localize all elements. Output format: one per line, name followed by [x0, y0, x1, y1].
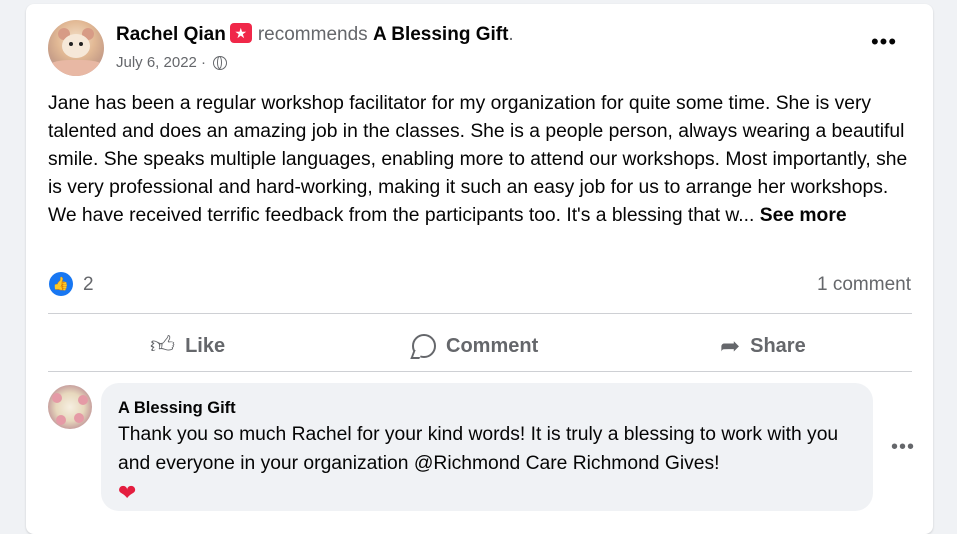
avatar-flower [56, 415, 66, 425]
avatar-eye-right [79, 42, 83, 46]
heart-emoji-icon: ❤ [118, 480, 137, 505]
like-count[interactable]: 2 [83, 274, 94, 296]
avatar-face [62, 34, 90, 58]
post-body: Jane has been a regular workshop facilit… [48, 90, 914, 230]
comment-text-block: Thank you so much Rachel for your kind w… [118, 420, 858, 509]
see-more-link[interactable]: See more [760, 205, 847, 226]
post-header: Rachel Qian ★ recommends A Blessing Gift. [116, 23, 514, 46]
share-arrow-icon: ➦ [720, 332, 741, 360]
avatar-flower [78, 395, 88, 405]
comment-bubble-icon [412, 334, 436, 358]
author-avatar[interactable] [48, 20, 104, 76]
recommends-text: recommends [257, 24, 368, 45]
comment-button[interactable]: Comment [412, 326, 538, 366]
star-badge-icon: ★ [229, 23, 252, 43]
avatar-flower [52, 393, 62, 403]
commenter-avatar[interactable] [48, 385, 92, 429]
page-suffix: . [508, 24, 514, 45]
share-button-label: Share [750, 334, 806, 357]
globe-icon[interactable] [213, 56, 228, 70]
post-more-button[interactable]: ••• [864, 31, 904, 60]
like-button[interactable]: 👍︎ Like [150, 326, 225, 366]
divider-bottom [48, 371, 912, 372]
like-button-label: Like [185, 334, 226, 357]
avatar-eye-left [69, 42, 73, 46]
thumbs-up-icon: 👍︎ [150, 332, 176, 359]
comment-text: Thank you so much Rachel for your kind w… [118, 424, 839, 474]
date-separator: · [196, 54, 211, 71]
comment-count[interactable]: 1 comment [817, 274, 911, 296]
avatar-flower [74, 413, 84, 423]
comment-button-label: Comment [446, 334, 539, 357]
page-link[interactable]: A Blessing Gift [373, 24, 508, 45]
author-name[interactable]: Rachel Qian [116, 24, 226, 45]
divider-top [48, 313, 912, 314]
avatar-hand [48, 60, 104, 76]
comment-bubble: A Blessing Gift Thank you so much Rachel… [101, 383, 873, 511]
post-card: Rachel Qian ★ recommends A Blessing Gift. … [26, 4, 933, 534]
comment-more-button[interactable]: ••• [888, 436, 918, 459]
like-reaction-icon[interactable]: 👍 [49, 272, 73, 296]
post-date[interactable]: July 6, 2022 [116, 54, 197, 71]
share-button[interactable]: ➦ Share [720, 326, 806, 366]
post-meta: July 6, 2022 · [116, 54, 228, 71]
comment-author[interactable]: A Blessing Gift [118, 399, 236, 418]
